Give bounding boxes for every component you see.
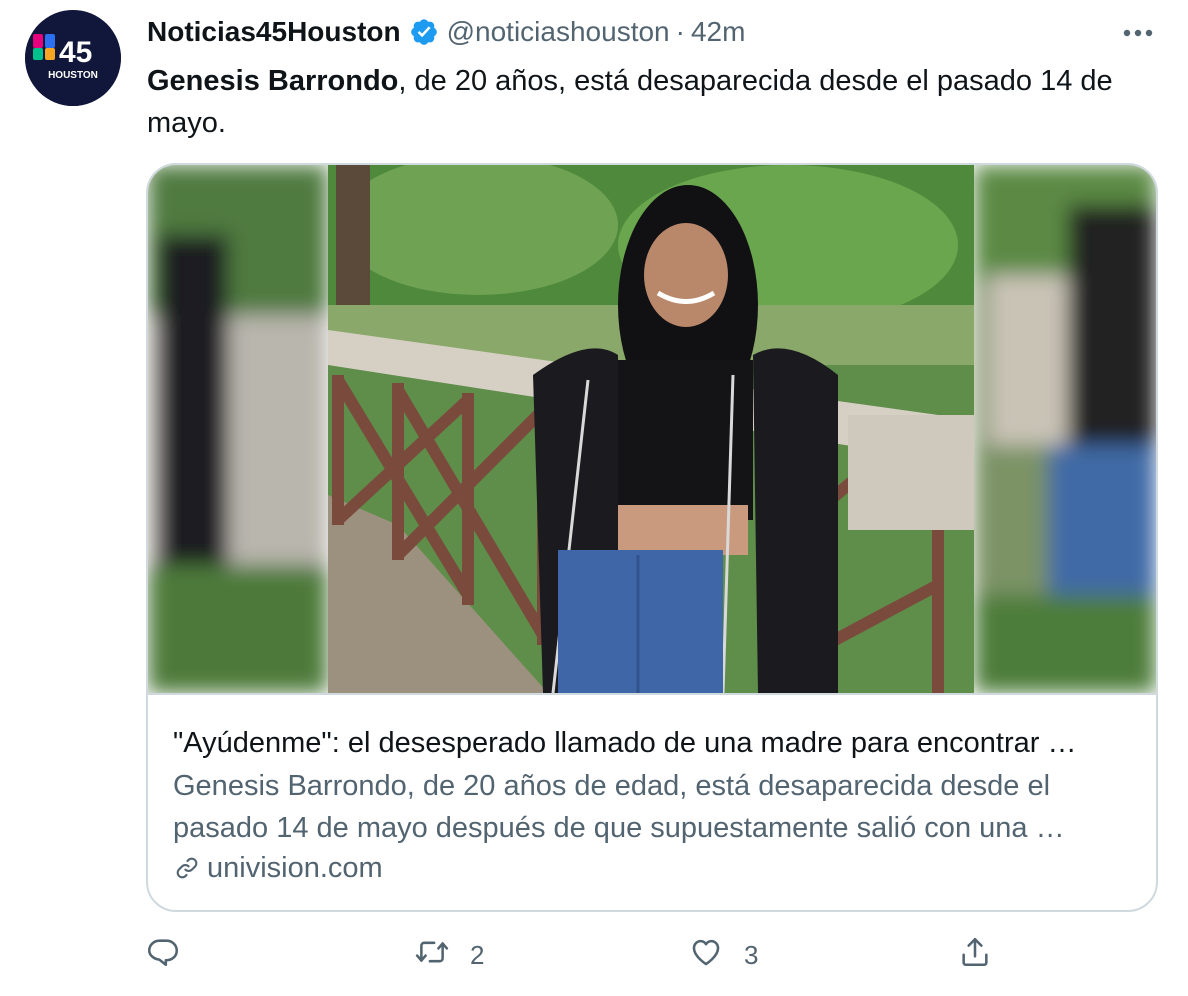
card-description: Genesis Barrondo, de 20 años de edad, es…: [173, 765, 1133, 849]
card-domain-text: univision.com: [207, 851, 383, 884]
card-divider: [148, 693, 1156, 695]
card-description-line: Genesis Barrondo, de 20 años de edad, es…: [173, 770, 1051, 802]
avatar[interactable]: 45 HOUSTON: [25, 10, 121, 106]
card-domain[interactable]: univision.com: [173, 847, 383, 889]
card-description-line: pasado 14 de mayo después de que supuest…: [173, 812, 1065, 844]
link-preview-card[interactable]: "Ayúdenme": el desesperado llamado de un…: [146, 163, 1158, 912]
avatar-city: HOUSTON: [48, 70, 98, 81]
tweet-header: Noticias45Houston @noticiashouston · 42m: [147, 12, 745, 52]
share-icon: [958, 935, 992, 976]
tweet-text: Genesis Barrondo, de 20 años, está desap…: [147, 60, 1147, 144]
retweet-count: 2: [470, 939, 485, 970]
retweet-icon: [414, 935, 450, 976]
link-icon: [173, 854, 201, 882]
tweet-timestamp[interactable]: 42m: [691, 16, 745, 48]
retweet-button[interactable]: 2: [414, 930, 484, 980]
photo-of-young-woman-on-bridge: [148, 165, 1156, 693]
user-handle[interactable]: @noticiashouston: [447, 16, 670, 48]
univision-45-logo: 45 HOUSTON: [25, 10, 121, 106]
reply-icon: [146, 935, 180, 976]
heart-icon: [688, 935, 724, 976]
like-count: 3: [744, 939, 759, 970]
more-options-icon[interactable]: [1118, 18, 1158, 48]
like-button[interactable]: 3: [688, 930, 758, 980]
reply-button[interactable]: [146, 930, 180, 980]
separator-dot: ·: [675, 16, 685, 47]
card-title[interactable]: "Ayúdenme": el desesperado llamado de un…: [173, 723, 1133, 763]
display-name[interactable]: Noticias45Houston: [147, 16, 401, 48]
card-image[interactable]: [148, 165, 1156, 693]
tweet-actions: 2 3: [0, 930, 1188, 980]
avatar-number: 45: [59, 36, 92, 69]
tweet-bold-name: Genesis Barrondo: [147, 65, 399, 97]
share-button[interactable]: [958, 930, 992, 980]
verified-badge-icon: [409, 17, 439, 47]
